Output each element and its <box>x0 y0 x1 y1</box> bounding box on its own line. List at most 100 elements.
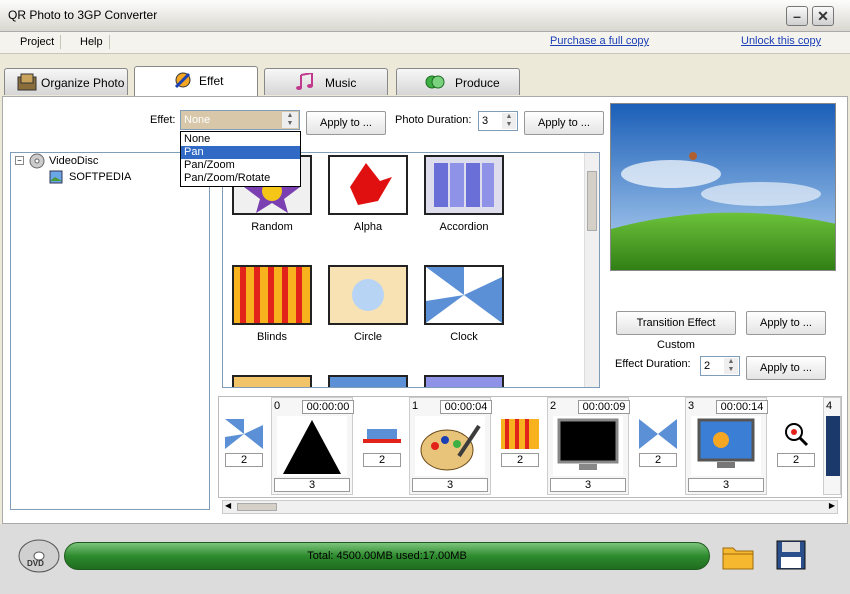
scroll-left-icon[interactable]: ◀ <box>225 501 231 510</box>
apply-effect-button[interactable]: Apply to ... <box>306 111 386 135</box>
tab-label: Organize Photo <box>41 76 125 90</box>
timeline-scrollbar[interactable]: ◀ ▶ <box>222 500 838 514</box>
monitor-thumbnail-icon <box>553 416 623 476</box>
clip-index: 3 <box>688 400 695 412</box>
effect-partial-icon <box>424 375 504 387</box>
tab-music[interactable]: Music <box>264 68 388 95</box>
transition-custom-button[interactable]: Transition Effect Custom <box>616 311 736 351</box>
storage-text: Total: 4500.00MB used:17.00MB <box>307 550 467 562</box>
timeline-strip: 2 0 00:00:00 3 2 1 00:00:04 3 2 2 00:00:… <box>218 396 842 498</box>
tree-item-videodisc[interactable]: VideoDisc <box>49 155 98 167</box>
dvd-icon[interactable]: DVD <box>18 538 60 574</box>
effect-partial-icon <box>328 375 408 387</box>
circle-effect-icon <box>328 265 408 325</box>
dropdown-option-pan[interactable]: Pan <box>181 146 300 159</box>
effects-scrollbar[interactable] <box>584 153 599 387</box>
chevron-down-icon[interactable]: ▲ ▼ <box>282 112 298 128</box>
clip-index: 2 <box>550 400 557 412</box>
effect-select[interactable]: None ▲ ▼ <box>180 110 300 130</box>
clip-duration[interactable]: 3 <box>550 478 626 492</box>
scrollbar-thumb[interactable] <box>587 171 597 231</box>
tab-produce[interactable]: Produce <box>396 68 520 95</box>
timeline-clip[interactable]: 4 <box>823 397 841 495</box>
photo-duration-label: Photo Duration: <box>395 114 472 126</box>
timeline-clip[interactable]: 1 00:00:04 3 <box>409 397 492 495</box>
effect-item-circle[interactable]: Circle <box>323 265 413 343</box>
transition-slot[interactable]: 2 <box>637 417 679 473</box>
transition-slot[interactable]: 2 <box>361 417 403 473</box>
transition-duration[interactable]: 2 <box>639 453 677 467</box>
timeline-clip[interactable]: 2 00:00:09 3 <box>547 397 630 495</box>
blinds-transition-icon <box>501 419 539 449</box>
timeline-clip[interactable]: 0 00:00:00 3 <box>271 397 354 495</box>
minimize-button[interactable]: – <box>786 6 808 26</box>
title-bar: QR Photo to 3GP Converter – ✕ <box>0 0 850 32</box>
close-button[interactable]: ✕ <box>812 6 834 26</box>
apply-effect-duration-button[interactable]: Apply to ... <box>746 356 826 380</box>
effect-icon <box>174 72 191 89</box>
effect-dropdown-list: None Pan Pan/Zoom Pan/Zoom/Rotate <box>180 131 301 187</box>
effect-item-blinds[interactable]: Blinds <box>227 265 317 343</box>
clip-duration[interactable]: 3 <box>688 478 764 492</box>
photo-duration-value: 3 <box>482 115 489 127</box>
menu-help[interactable]: Help <box>74 35 110 49</box>
effect-item-alpha[interactable]: Alpha <box>323 155 413 233</box>
effect-label: Effet: <box>150 114 176 126</box>
clip-index: 0 <box>274 400 281 412</box>
clip-time: 00:00:00 <box>302 400 354 414</box>
dropdown-option-pan-zoom[interactable]: Pan/Zoom <box>181 159 300 172</box>
effect-select-value: None <box>184 114 211 126</box>
stepper-arrows-icon[interactable]: ▲ ▼ <box>502 113 516 129</box>
disc-icon <box>29 153 45 169</box>
dropdown-option-pan-zoom-rotate[interactable]: Pan/Zoom/Rotate <box>181 172 300 185</box>
unlock-link[interactable]: Unlock this copy <box>741 35 821 47</box>
clip-duration[interactable]: 3 <box>274 478 350 492</box>
folder-tree: − VideoDisc SOFTPEDIA <box>10 152 210 510</box>
save-disk-icon[interactable] <box>776 540 806 570</box>
folder-icon[interactable] <box>722 542 754 570</box>
effect-item-partial[interactable] <box>419 375 509 387</box>
effect-label: Random <box>251 221 293 233</box>
effect-item-clock[interactable]: Clock <box>419 265 509 343</box>
apply-transition-button[interactable]: Apply to ... <box>746 311 826 335</box>
effects-grid: Random Alpha Accordion Blinds Circle Clo… <box>222 152 600 388</box>
effect-item-accordion[interactable]: Accordion <box>419 155 509 233</box>
stepper-arrows-icon[interactable]: ▲ ▼ <box>724 358 738 374</box>
scrollbar-thumb[interactable] <box>237 503 277 511</box>
effect-duration-stepper[interactable]: 2 ▲ ▼ <box>700 356 740 376</box>
tab-effet[interactable]: Effet <box>134 66 258 96</box>
photo-icon <box>17 73 37 91</box>
apply-duration-button[interactable]: Apply to ... <box>524 111 604 135</box>
transition-slot[interactable]: 2 <box>499 417 541 473</box>
menu-project[interactable]: Project <box>14 35 62 49</box>
tab-organize-photo[interactable]: Organize Photo <box>4 68 128 95</box>
effect-item-partial[interactable] <box>227 375 317 387</box>
effect-duration-value: 2 <box>704 360 711 372</box>
tree-item-softpedia[interactable]: SOFTPEDIA <box>69 171 131 183</box>
dropdown-option-none[interactable]: None <box>181 133 300 146</box>
transition-duration[interactable]: 2 <box>363 453 401 467</box>
transition-slot[interactable]: 2 <box>223 417 265 473</box>
clip-time: 00:00:09 <box>578 400 630 414</box>
collapse-icon[interactable]: − <box>15 156 24 165</box>
zoom-transition-icon <box>777 419 815 449</box>
window-title: QR Photo to 3GP Converter <box>8 8 158 22</box>
scroll-right-icon[interactable]: ▶ <box>829 501 835 510</box>
purchase-link[interactable]: Purchase a full copy <box>550 35 649 47</box>
transition-duration[interactable]: 2 <box>225 453 263 467</box>
transition-duration[interactable]: 2 <box>777 453 815 467</box>
timeline-clip[interactable]: 3 00:00:14 3 <box>685 397 768 495</box>
effect-item-partial[interactable] <box>323 375 413 387</box>
transition-slot[interactable]: 2 <box>775 417 817 473</box>
clip-duration[interactable]: 3 <box>412 478 488 492</box>
photo-duration-stepper[interactable]: 3 ▲ ▼ <box>478 111 518 131</box>
transition-duration[interactable]: 2 <box>501 453 539 467</box>
bowtie-transition-icon <box>639 419 677 449</box>
clock-transition-icon <box>225 419 263 449</box>
alpha-effect-icon <box>328 155 408 215</box>
clip-time: 00:00:04 <box>440 400 492 414</box>
dissolve-transition-icon <box>363 419 401 449</box>
storage-progress-bar: Total: 4500.00MB used:17.00MB <box>64 542 710 570</box>
triangle-thumbnail-icon <box>277 416 347 476</box>
clock-effect-icon <box>424 265 504 325</box>
